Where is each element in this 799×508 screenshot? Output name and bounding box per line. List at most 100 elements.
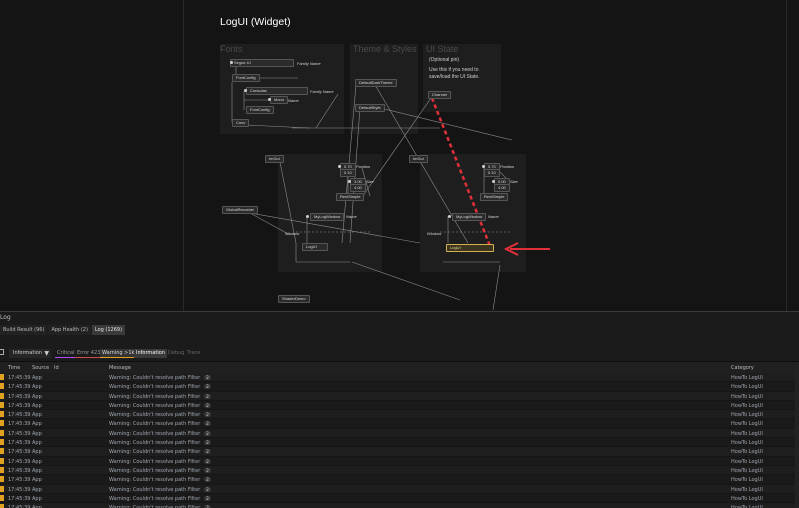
table-row[interactable]: 17:45:39AppWarning: Couldn't resolve pat…: [0, 428, 799, 439]
table-row[interactable]: 17:45:39AppWarning: Couldn't resolve pat…: [0, 391, 799, 401]
filter-debug[interactable]: Debug: [166, 349, 186, 358]
warning-icon: [0, 411, 4, 418]
row-count-badge: 2: [204, 458, 211, 464]
table-row[interactable]: 17:45:39AppWarning: Couldn't resolve pat…: [0, 382, 799, 392]
row-time: 17:45:39: [8, 393, 31, 400]
node-global-recorder[interactable]: GlobalRecorder: [222, 206, 259, 214]
filter-trace[interactable]: Trace: [185, 349, 202, 358]
node-fontconfig-2[interactable]: FontConfig: [246, 106, 274, 114]
log-scrollbar[interactable]: [795, 362, 799, 508]
graph-canvas[interactable]: LogUI (Widget) Fonts Theme & Styles UI S…: [0, 0, 799, 311]
pin-dot[interactable]: [230, 61, 233, 64]
table-row[interactable]: 17:45:39AppWarning: Couldn't resolve pat…: [0, 493, 799, 504]
tab-build-result[interactable]: Build Result (96): [0, 325, 48, 335]
row-message-text: Warning: Couldn't resolve path Filter: [109, 467, 201, 474]
label-name-right: Name: [488, 214, 499, 219]
col-source[interactable]: Source: [32, 365, 49, 371]
table-row[interactable]: 17:45:39AppWarning: Couldn't resolve pat…: [0, 465, 799, 476]
row-message-text: Warning: Couldn't resolve path Filter: [109, 412, 201, 419]
node-mylogwindow-left[interactable]: MyLogWindow: [310, 213, 345, 221]
node-shader-demo[interactable]: ShaderDemo: [278, 295, 310, 303]
node-vec-right-1b[interactable]: 0.10: [484, 169, 500, 177]
filter-warning[interactable]: Warning >1k: [100, 349, 137, 358]
label-family-name-1: Family Name: [297, 61, 321, 66]
table-row[interactable]: 17:45:39AppWarning: Couldn't resolve pat…: [0, 447, 799, 457]
pin-dot[interactable]: [482, 165, 485, 168]
filter-information[interactable]: Information: [134, 349, 167, 358]
node-vec-right-2b[interactable]: 4.00: [494, 184, 510, 192]
table-row[interactable]: 17:45:39AppWarning: Couldn't resolve pat…: [0, 400, 799, 411]
node-window-left[interactable]: Window: [282, 231, 302, 239]
node-mylogwindow-right[interactable]: MyLogWindow: [452, 213, 487, 221]
node-imgui-left[interactable]: ImGui: [265, 155, 284, 163]
row-count-badge: 2: [204, 486, 211, 492]
pin-dot[interactable]: [492, 180, 495, 183]
node-fontconfig-1[interactable]: FontConfig: [232, 74, 260, 82]
annotation-arrow: [503, 242, 550, 256]
row-message-text: Warning: Couldn't resolve path Filter: [109, 430, 201, 437]
pin-dot[interactable]: [348, 180, 351, 183]
node-rect-simple-right[interactable]: RectSimple: [480, 193, 509, 201]
row-message: Warning: Couldn't resolve path Filter2: [109, 393, 211, 400]
table-row[interactable]: 17:45:39AppWarning: Couldn't resolve pat…: [0, 475, 799, 485]
tab-app-health[interactable]: App Health (2): [48, 325, 91, 335]
node-default-style[interactable]: DefaultStyle: [355, 104, 385, 112]
tab-log[interactable]: Log (1269): [91, 325, 126, 335]
log-level-dropdown[interactable]: Information ▼: [9, 349, 51, 358]
clear-log-icon[interactable]: [0, 349, 4, 355]
col-id[interactable]: Id: [54, 365, 59, 371]
warning-icon: [0, 439, 4, 446]
pin-dot[interactable]: [448, 215, 451, 218]
row-count-badge: 2: [204, 375, 211, 380]
col-category[interactable]: Category: [731, 365, 754, 371]
node-window-right[interactable]: Window: [424, 231, 444, 239]
node-vec-left-2b[interactable]: 4.00: [350, 184, 366, 192]
row-message: Warning: Couldn't resolve path Filter2: [109, 430, 211, 437]
node-logui-left[interactable]: LogUI: [302, 243, 328, 251]
row-category: HowTo LogUI: [731, 430, 763, 437]
node-conv[interactable]: Conv: [232, 119, 250, 127]
table-row[interactable]: 17:45:39AppWarning: Couldn't resolve pat…: [0, 373, 799, 383]
filter-critical[interactable]: Critical: [55, 349, 77, 358]
pin-dot[interactable]: [268, 98, 271, 101]
node-label: LogUI: [306, 244, 317, 249]
node-segoe-ui[interactable]: Segoe UI: [230, 59, 294, 67]
row-count-badge: 2: [204, 449, 211, 455]
row-source: App: [32, 449, 42, 456]
chevron-down-icon: ▼: [44, 350, 49, 357]
pin-dot[interactable]: [338, 165, 341, 168]
row-category: HowTo LogUI: [731, 421, 763, 428]
table-row[interactable]: 17:45:39AppWarning: Couldn't resolve pat…: [0, 410, 799, 420]
row-source: App: [32, 495, 42, 502]
node-imgui-right[interactable]: ImGui: [409, 155, 428, 163]
node-label: ShaderDemo: [282, 296, 306, 301]
node-logui-right-selected[interactable]: LogUI: [446, 244, 494, 252]
col-time[interactable]: Time: [8, 365, 20, 371]
filter-error[interactable]: Error 423: [75, 349, 103, 358]
node-vec-left-1b[interactable]: 0.10: [340, 169, 356, 177]
col-message[interactable]: Message: [109, 365, 131, 371]
table-row[interactable]: 17:45:39AppWarning: Couldn't resolve pat…: [0, 438, 799, 448]
pin-dot[interactable]: [306, 215, 309, 218]
pin-dot[interactable]: [244, 89, 247, 92]
row-category: HowTo LogUI: [731, 467, 763, 474]
node-label: Conv: [236, 120, 246, 125]
table-row[interactable]: 17:45:39AppWarning: Couldn't resolve pat…: [0, 503, 799, 508]
row-count-badge: 2: [204, 393, 211, 399]
log-table-body: 17:45:39 App Warning: Couldn't resolve pat…: [0, 373, 799, 508]
node-mono[interactable]: Mono: [270, 96, 289, 104]
table-row[interactable]: 17:45:39AppWarning: Couldn't resolve pat…: [0, 484, 799, 494]
row-message: Warning: Couldn't resolve path Filter2: [109, 384, 211, 390]
row-count-badge: 2: [204, 412, 211, 418]
node-default-dark-theme[interactable]: DefaultDarkTheme: [355, 79, 397, 87]
node-consolas[interactable]: Consolas: [246, 87, 308, 95]
node-channel[interactable]: Channel: [428, 91, 451, 99]
node-rect-simple-left[interactable]: RectSimple: [336, 193, 365, 201]
warning-icon: [0, 374, 4, 380]
node-label: Consolas: [250, 88, 267, 93]
table-row[interactable]: 17:45:39AppWarning: Couldn't resolve pat…: [0, 456, 799, 466]
row-time: 17:45:39: [8, 467, 31, 474]
table-row[interactable]: 17:45:39AppWarning: Couldn't resolve pat…: [0, 419, 799, 429]
row-source: App: [32, 384, 42, 391]
row-category: HowTo LogUI: [731, 412, 763, 419]
